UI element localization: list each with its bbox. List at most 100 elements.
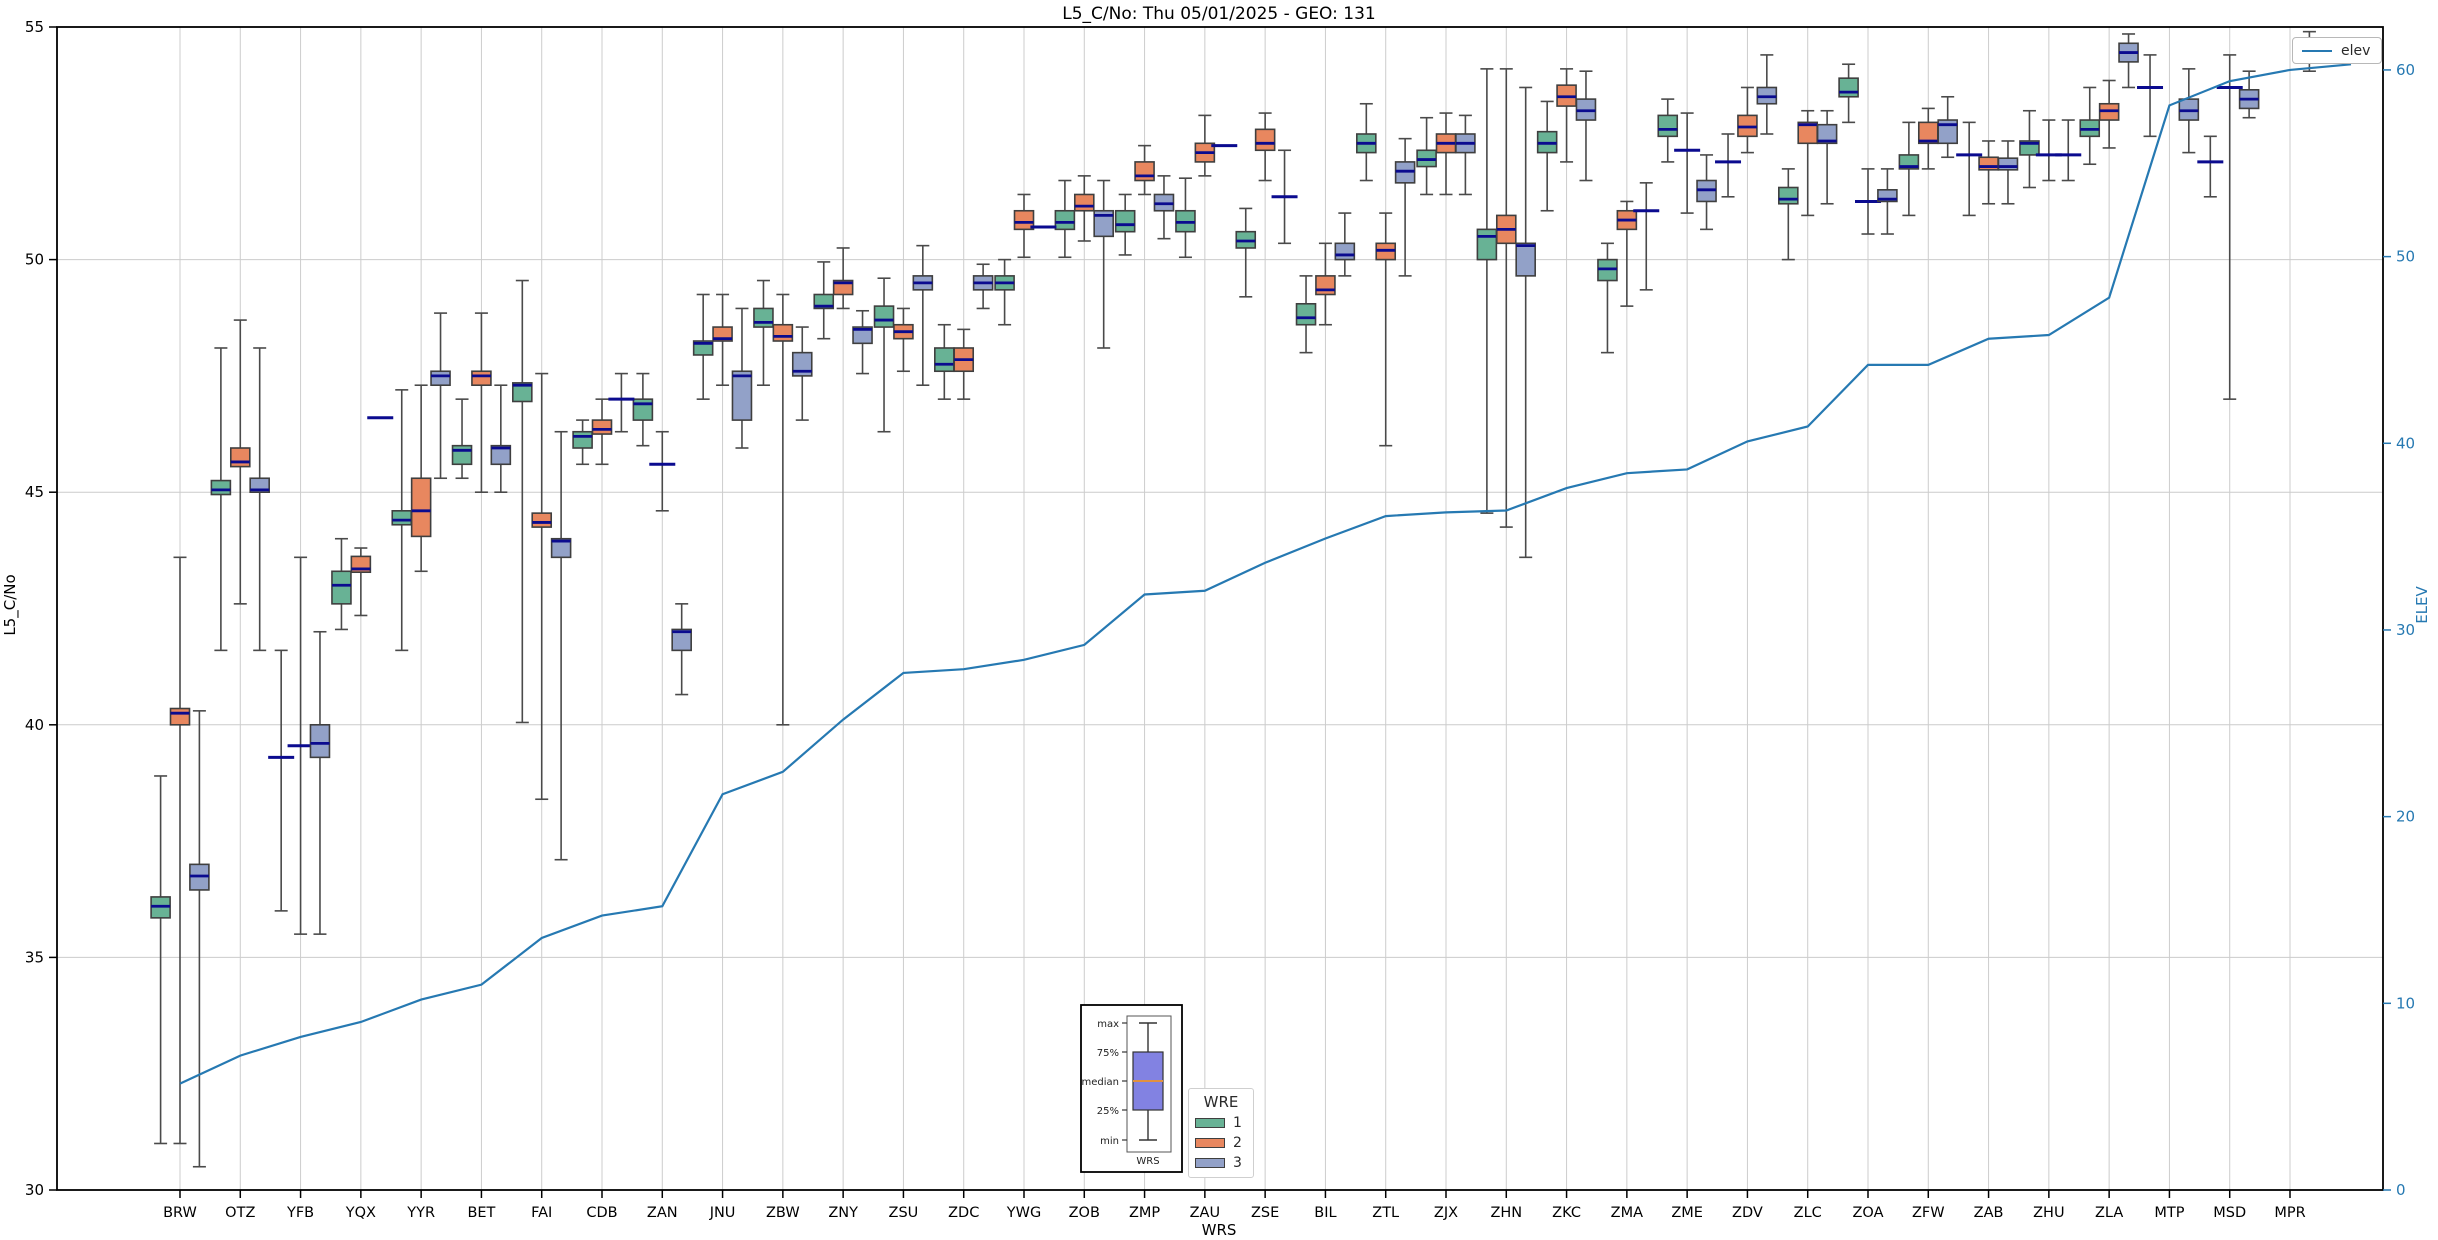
x-tick-label: BET (467, 1205, 495, 1221)
wre-legend-row: 3 (1195, 1155, 1247, 1171)
box-YYR-wre3 (430, 370, 451, 387)
right-tick-label: 40 (2396, 434, 2415, 452)
box-ZBW-wre2 (772, 323, 794, 342)
y-axis-label-right: ELEV (2413, 586, 2431, 624)
wre-legend-title: WRE (1203, 1093, 1239, 1111)
box-YYR-wre1 (391, 510, 413, 526)
box-ZHN-wre3 (1515, 242, 1536, 277)
x-tick-label: ZSE (1251, 1205, 1279, 1221)
x-tick-label: ZDC (948, 1205, 979, 1221)
left-tick-label: 50 (25, 251, 44, 269)
box-ZOA-wre1 (1838, 77, 1859, 98)
x-tick-label: ZNY (828, 1205, 858, 1221)
wre-legend-row: 1 (1195, 1115, 1247, 1131)
elev-legend: elev (2292, 37, 2382, 64)
x-tick-label: ZTL (1372, 1205, 1399, 1221)
box-BIL-wre1 (1295, 302, 1317, 326)
inset-label-75%: 75% (1097, 1048, 1119, 1059)
box-BET-wre1 (451, 444, 473, 466)
wre-swatch-1-icon (1195, 1118, 1225, 1128)
left-tick-label: 35 (25, 948, 44, 966)
wre-label-2: 2 (1233, 1135, 1242, 1151)
x-tick-label: ZOA (1852, 1205, 1883, 1221)
box-ZBW-wre1 (753, 307, 774, 328)
box-BRW-wre2 (169, 707, 191, 726)
box-FAI-wre2 (531, 512, 553, 528)
inset-label-max: max (1097, 1019, 1119, 1030)
figure: L5_C/No: Thu 05/01/2025 - GEO: 131 30 35 4… (0, 0, 2438, 1240)
x-tick-label: YFB (286, 1205, 314, 1221)
right-tick-label: 50 (2396, 248, 2415, 266)
box-ZDC-wre1 (934, 347, 955, 373)
wre-label-3: 3 (1233, 1155, 1242, 1171)
x-tick-label: YWG (1006, 1205, 1041, 1221)
box-ZSU-wre1 (873, 305, 895, 328)
inset-xlabel: WRS (1136, 1156, 1159, 1167)
box-ZSE-wre2 (1254, 128, 1276, 152)
x-tick-label: MTP (2154, 1205, 2184, 1221)
x-tick-label: JNU (709, 1205, 736, 1221)
box-ZHN-wre1 (1476, 228, 1498, 261)
left-tick-label: 45 (25, 483, 44, 501)
x-tick-label: ZBW (766, 1205, 800, 1221)
x-tick-label: ZAU (1190, 1205, 1220, 1221)
left-tick-label: 40 (25, 716, 44, 734)
box-JNU-wre3 (731, 370, 753, 421)
wre-swatch-3-icon (1195, 1158, 1225, 1168)
right-tick-label: 10 (2396, 994, 2415, 1012)
x-axis-label: WRS (1201, 1221, 1237, 1239)
x-tick-label: ZSU (889, 1205, 919, 1221)
box-BET-wre2 (471, 370, 492, 387)
left-tick-label: 30 (25, 1181, 44, 1199)
box-ZAN-wre1 (632, 398, 654, 421)
inset-label-25%: 25% (1097, 1106, 1119, 1117)
x-tick-label: BIL (1314, 1205, 1336, 1221)
right-tick-label: 0 (2396, 1181, 2406, 1199)
box-CDB-wre2 (591, 419, 613, 435)
x-tick-label: FAI (531, 1205, 552, 1221)
box-ZMP-wre1 (1114, 209, 1136, 233)
box-ZOB-wre2 (1073, 193, 1095, 212)
elev-legend-label: elev (2341, 42, 2371, 59)
page-title: L5_C/No: Thu 05/01/2025 - GEO: 131 (1062, 4, 1376, 24)
x-tick-label: ZFW (1912, 1205, 1945, 1221)
right-tick-label: 20 (2396, 808, 2415, 826)
inset-label-median: median (1082, 1077, 1120, 1088)
wre-legend: WRE 1 2 3 (1188, 1088, 1254, 1178)
x-tick-label: YQX (345, 1205, 376, 1221)
x-tick-label: ZMP (1129, 1205, 1160, 1221)
x-tick-label: ZOB (1069, 1205, 1100, 1221)
box-YFB-wre3 (309, 723, 331, 759)
wre-swatch-2-icon (1195, 1138, 1225, 1148)
elev-line-swatch-icon (2302, 49, 2332, 52)
box-BIL-wre2 (1315, 275, 1336, 296)
inset-label-min: min (1100, 1136, 1119, 1147)
y-axis-label-left: L5_C/No (1, 574, 19, 636)
wre-legend-row: 2 (1195, 1135, 1247, 1151)
x-tick-label: ZJX (1434, 1205, 1458, 1221)
x-tick-label: ZAB (1974, 1205, 2004, 1221)
box-OTZ-wre1 (210, 479, 232, 496)
boxplot-chart-canvas: 3035404550550102030405060BRW OTZ YFB YQX YYR… (25, 18, 2415, 1221)
box-ZME-wre1 (1657, 114, 1679, 138)
x-tick-label: BRW (163, 1205, 197, 1221)
x-tick-label: MSD (2213, 1205, 2246, 1221)
x-tick-label: YYR (406, 1205, 435, 1221)
box-ZOB-wre1 (1054, 209, 1076, 231)
box-ZLC-wre1 (1778, 186, 1799, 205)
x-tick-label: CDB (586, 1205, 617, 1221)
box-YQX-wre1 (331, 570, 352, 605)
plot-border (56, 26, 2384, 1191)
wre-label-1: 1 (1233, 1115, 1242, 1131)
x-tick-label: OTZ (225, 1205, 255, 1221)
box-ZMP-wre2 (1134, 161, 1155, 182)
x-tick-label: ZLA (2095, 1205, 2123, 1221)
box-YYR-wre2 (410, 477, 432, 538)
x-tick-label: ZLC (1794, 1205, 1822, 1221)
box-OTZ-wre2 (229, 447, 251, 468)
x-tick-label: ZHU (2033, 1205, 2064, 1221)
box-CDB-wre1 (572, 430, 593, 449)
x-tick-label: ZME (1671, 1205, 1703, 1221)
box-ZAB-wre3 (1997, 157, 2019, 171)
x-tick-label: ZDV (1732, 1205, 1763, 1221)
